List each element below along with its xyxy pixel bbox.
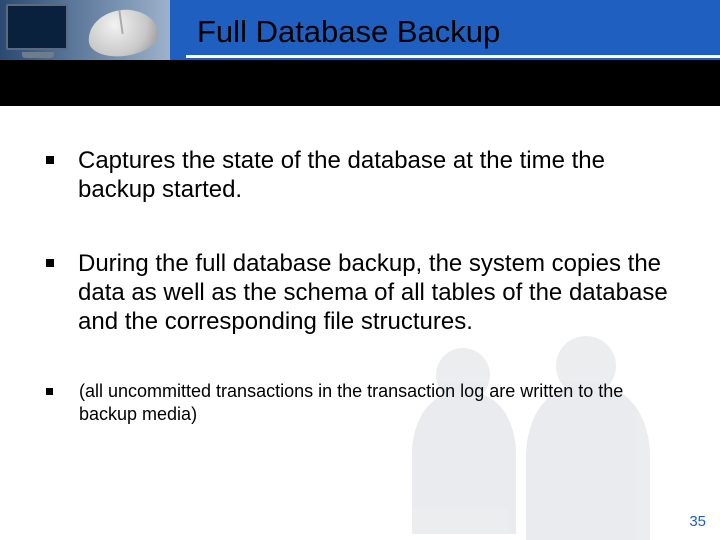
bullet-text: (all uncommitted transactions in the tra… [79,380,684,425]
header-image [0,0,170,60]
page-number: 35 [689,513,706,530]
bullet-square-icon [46,156,54,164]
bullet-text: Captures the state of the database at th… [78,146,684,205]
bullet-square-icon [46,259,54,267]
slide-title: Full Database Backup [197,14,500,50]
bullet-item: During the full database backup, the sys… [46,249,684,337]
header-divider [186,55,720,58]
slide-header: Full Database Backup [0,0,720,106]
slide-content: Captures the state of the database at th… [46,146,684,425]
bullet-square-icon [46,388,53,395]
bullet-text: During the full database backup, the sys… [78,249,684,337]
bullet-item: Captures the state of the database at th… [46,146,684,205]
bullet-item: (all uncommitted transactions in the tra… [46,380,684,425]
header-black-bar [0,60,720,106]
monitor-icon [6,4,68,50]
